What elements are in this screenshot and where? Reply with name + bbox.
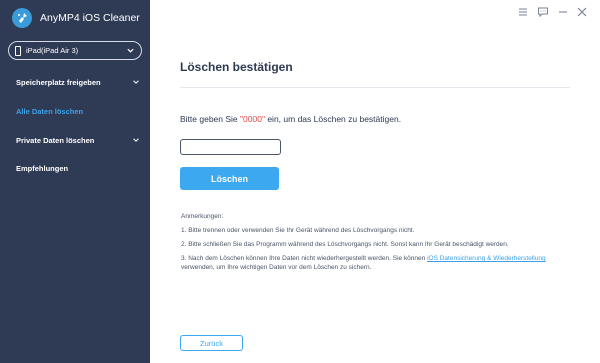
sidebar-item-label: Empfehlungen (16, 163, 69, 173)
confirm-prompt: Bitte geben Sie "0000" ein, um das Lösch… (180, 114, 401, 124)
close-icon[interactable] (576, 6, 588, 18)
note-3: 3. Nach dem Löschen können Ihre Daten ni… (181, 254, 561, 272)
chevron-down-icon (133, 138, 139, 142)
confirm-code: "0000" (240, 114, 265, 124)
sidebar-item-private-daten[interactable]: Private Daten löschen (16, 133, 146, 147)
sidebar-item-alle-daten[interactable]: Alle Daten löschen (16, 104, 146, 118)
confirm-code-input[interactable] (180, 139, 281, 155)
minimize-icon[interactable] (557, 6, 569, 18)
chevron-down-icon (127, 48, 134, 53)
backup-restore-link[interactable]: iOS Datensicherung & Wiederherstellung (427, 255, 546, 262)
brand: AnyMP4 iOS Cleaner (12, 8, 140, 28)
feedback-icon[interactable] (537, 6, 549, 18)
delete-button[interactable]: Löschen (180, 167, 279, 190)
notes-header: Anmerkungen: (181, 213, 224, 220)
sidebar-item-label: Speicherplatz freigeben (16, 77, 101, 87)
sidebar-item-label: Private Daten löschen (16, 135, 95, 145)
app-title: AnyMP4 iOS Cleaner (40, 12, 140, 24)
broom-logo-icon (12, 8, 32, 28)
menu-icon[interactable] (517, 6, 529, 18)
sidebar-item-label: Alle Daten löschen (16, 106, 84, 116)
note-2: 2. Bitte schließen Sie das Programm währ… (181, 241, 509, 248)
sidebar-item-speicherplatz[interactable]: Speicherplatz freigeben (16, 75, 146, 89)
back-button[interactable]: Zurück (180, 335, 243, 351)
note-3-text: 3. Nach dem Löschen können Ihre Daten ni… (181, 255, 428, 262)
tablet-icon (15, 45, 21, 56)
page-title: Löschen bestätigen (180, 60, 293, 74)
chevron-down-icon (133, 80, 139, 84)
prompt-text: Bitte geben Sie (180, 114, 241, 124)
prompt-text: ein, um das Löschen zu bestätigen. (264, 114, 402, 124)
note-1: 1. Bitte trennen oder verwenden Sie Ihr … (181, 227, 415, 234)
sidebar-item-empfehlungen[interactable]: Empfehlungen (16, 161, 146, 175)
device-label: iPad(iPad Air 3) (26, 46, 79, 55)
sidebar: AnyMP4 iOS Cleaner iPad(iPad Air 3) Spei… (0, 0, 150, 363)
note-3-text: verwenden, um Ihre wichtigen Daten vor d… (181, 264, 372, 271)
divider (180, 87, 570, 88)
device-selector[interactable]: iPad(iPad Air 3) (8, 41, 142, 60)
